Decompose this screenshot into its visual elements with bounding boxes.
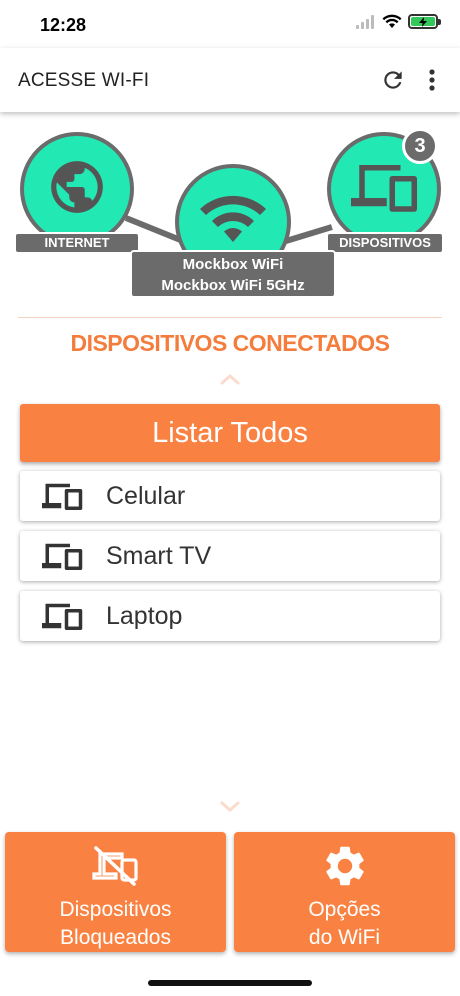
wifi-icon <box>200 195 266 242</box>
list-item[interactable]: Laptop <box>20 591 440 641</box>
refresh-icon[interactable] <box>380 67 406 93</box>
devices-count-badge: 3 <box>402 128 438 164</box>
home-indicator <box>148 980 312 986</box>
chevron-down-icon[interactable] <box>219 800 241 814</box>
list-all-button[interactable]: Listar Todos <box>20 404 440 462</box>
network-diagram: 3 INTERNET DISPOSITIVOS Mockbox WiFi Moc… <box>0 120 460 310</box>
devices-icon <box>42 543 83 570</box>
signal-icon <box>356 14 374 29</box>
more-vert-icon[interactable] <box>422 67 442 93</box>
label-line: do WiFi <box>308 926 381 949</box>
battery-icon <box>408 14 441 29</box>
label-line: Dispositivos <box>59 898 172 921</box>
list-item[interactable]: Celular <box>20 471 440 521</box>
section-title: DISPOSITIVOS CONECTADOS <box>70 330 390 356</box>
device-name: Smart TV <box>106 541 212 570</box>
wifi-options-button[interactable]: Opções do WiFi <box>234 832 455 952</box>
wifi-network-name: Mockbox WiFi 5GHz <box>161 277 305 294</box>
wifi-network-name: Mockbox WiFi <box>182 256 284 273</box>
wifi-status-icon <box>382 14 402 28</box>
wifi-networks-label: Mockbox WiFi Mockbox WiFi 5GHz <box>130 250 336 298</box>
app-header: ACESSE WI-FI <box>0 48 460 112</box>
status-icons <box>356 14 441 29</box>
devices-icon <box>42 603 83 630</box>
globe-icon <box>51 161 103 213</box>
devices-icon <box>42 483 83 510</box>
internet-label: INTERNET <box>14 232 140 254</box>
internet-node[interactable] <box>20 132 134 246</box>
label-line: Bloqueados <box>60 926 171 949</box>
chevron-up-icon[interactable] <box>219 372 241 386</box>
page-title: ACESSE WI-FI <box>18 70 150 91</box>
devices-icon <box>351 165 417 212</box>
blocked-devices-button[interactable]: Dispositivos Bloqueados <box>5 832 226 952</box>
label-line: Opções <box>308 898 381 921</box>
device-name: Laptop <box>106 601 183 630</box>
list-item[interactable]: Smart TV <box>20 531 440 581</box>
status-time: 12:28 <box>40 15 87 35</box>
blocked-devices-label: Dispositivos Bloqueados <box>5 896 226 952</box>
status-bar: 12:28 <box>0 0 460 48</box>
divider <box>18 317 442 318</box>
devices-label: DISPOSITIVOS <box>326 232 444 254</box>
devices-off-icon <box>91 846 138 886</box>
wifi-options-label: Opções do WiFi <box>234 896 455 952</box>
device-name: Celular <box>106 481 186 510</box>
gear-icon <box>325 846 364 886</box>
